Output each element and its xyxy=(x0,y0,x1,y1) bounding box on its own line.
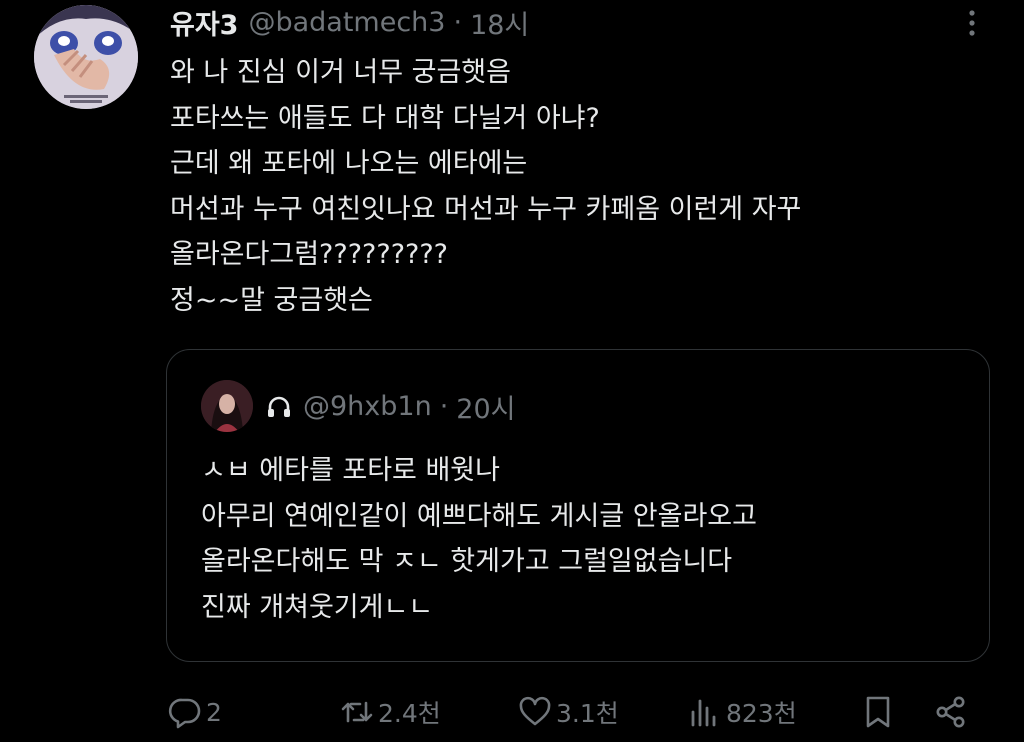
author-handle[interactable]: @badatmech3 xyxy=(248,7,445,38)
views-button[interactable]: 823천 xyxy=(688,690,797,734)
tweet-header: 유자3 @badatmech3 · 18시 xyxy=(170,3,529,42)
reply-count: 2 xyxy=(206,697,222,727)
lock-icon xyxy=(268,396,290,417)
tweet-text-line: 올라온다그럼????????? xyxy=(170,239,449,270)
views-icon xyxy=(691,699,716,727)
views-count: 823천 xyxy=(726,699,797,728)
tweet-text-line: 와 나 진심 이거 너무 궁금햇음 xyxy=(170,57,511,88)
tweet-text-line: 포타쓰는 애들도 다 대학 다닐거 아냐? xyxy=(170,102,600,134)
tweet-timestamp[interactable]: 18시 xyxy=(470,3,529,42)
bookmark-icon xyxy=(866,696,890,728)
retweet-count: 2.4천 xyxy=(378,699,441,728)
reply-icon xyxy=(168,698,201,729)
more-options-icon[interactable] xyxy=(960,6,984,40)
like-button[interactable]: 3.1천 xyxy=(518,690,619,734)
like-count: 3.1천 xyxy=(556,699,619,728)
retweet-icon xyxy=(341,701,373,723)
header-separator: · xyxy=(453,6,463,38)
tweet-text-line: 근데 왜 포타에 나오는 에타에는 xyxy=(170,148,528,179)
quoted-header-separator: · xyxy=(439,390,449,422)
tweet-body: 와 나 진심 이거 너무 궁금햇음 포타쓰는 애들도 다 대학 다닐거 아냐? … xyxy=(170,50,990,323)
quoted-author-avatar xyxy=(201,380,253,432)
quoted-text-line: 진짜 개쳐웃기게ㄴㄴ xyxy=(201,591,434,623)
bookmark-button[interactable] xyxy=(861,690,895,734)
retweet-button[interactable]: 2.4천 xyxy=(340,690,441,734)
quoted-text-line: 아무리 연예인같이 예쁘다해도 게시글 안올라오고 xyxy=(201,500,757,532)
tweet-text-line: 정~~말 궁금햇슨 xyxy=(170,284,373,316)
quoted-tweet-timestamp: 20시 xyxy=(456,393,516,425)
author-avatar[interactable] xyxy=(34,5,138,109)
reply-button[interactable]: 2 xyxy=(168,690,222,734)
share-icon xyxy=(936,696,965,728)
author-display-name[interactable]: 유자3 xyxy=(170,3,238,42)
quoted-tweet-body: ㅅㅂ 에타를 포타로 배웟나 아무리 연예인같이 예쁘다해도 게시글 안올라오고… xyxy=(201,448,971,630)
quoted-tweet-header: @9hxb1n · 20시 xyxy=(265,386,516,426)
quoted-text-line: 올라온다해도 막 ㅈㄴ 핫게가고 그럴일없습니다 xyxy=(201,546,733,577)
tweet-text-line: 머선과 누구 여친잇나요 머선과 누구 카페옴 이런게 자꾸 xyxy=(170,193,802,225)
avatar-image xyxy=(34,5,138,109)
quoted-author-handle: @9hxb1n xyxy=(303,390,432,422)
tweet-action-bar: 2 2.4천 3.1천 823천 xyxy=(166,690,996,734)
share-button[interactable] xyxy=(934,690,968,734)
heart-icon xyxy=(519,696,551,726)
quoted-text-line: ㅅㅂ 에타를 포타로 배웟나 xyxy=(201,455,500,486)
quoted-tweet-card[interactable]: @9hxb1n · 20시 ㅅㅂ 에타를 포타로 배웟나 아무리 연예인같이 예… xyxy=(166,349,990,662)
